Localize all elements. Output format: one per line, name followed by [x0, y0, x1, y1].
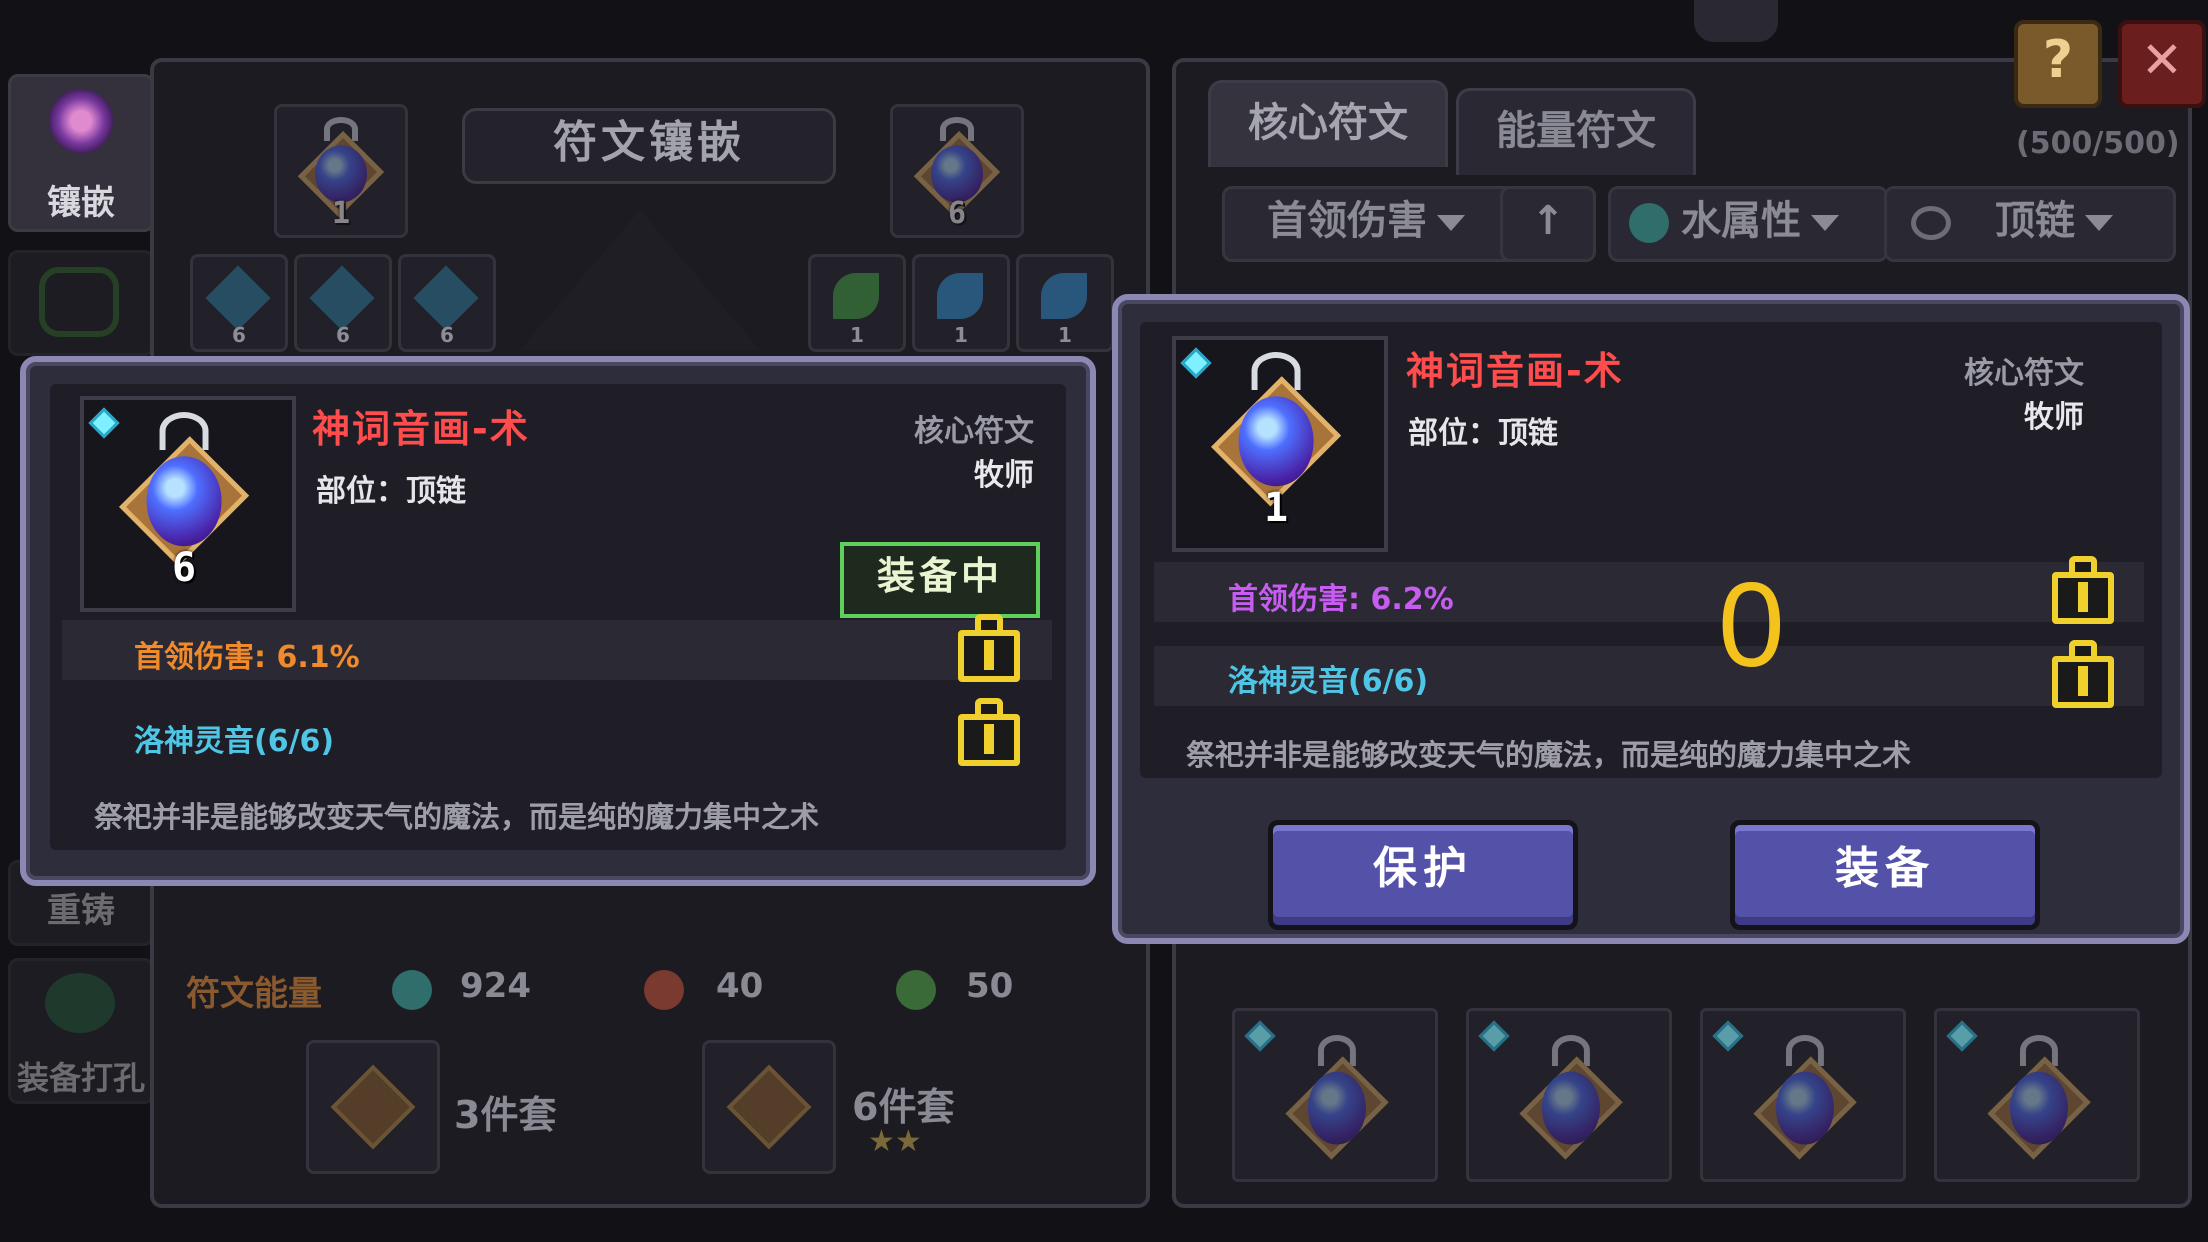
fire-energy-icon: [644, 970, 684, 1010]
rune-type: 核心符文: [1964, 356, 2084, 391]
set-gem-icon: [726, 1064, 812, 1150]
equip-button[interactable]: 装备: [1730, 820, 2040, 930]
rune-slot[interactable]: 6: [398, 254, 496, 352]
help-button[interactable]: ?: [2014, 20, 2102, 108]
set-6-slot[interactable]: [702, 1040, 836, 1174]
rune-slot-line: 部位：顶链: [1408, 416, 1558, 451]
necklace-rune-icon: 6: [907, 117, 1007, 231]
rune-slot[interactable]: 1: [912, 254, 1010, 352]
overlay-number: 0: [1718, 558, 1785, 692]
rune-slot[interactable]: 1: [808, 254, 906, 352]
stat-boss-damage: 首领伤害: 6.2%: [1228, 582, 1454, 617]
rune-name: 神词音画-术: [1406, 349, 1624, 393]
inventory-item[interactable]: [1700, 1008, 1906, 1182]
lock-icon[interactable]: [2052, 640, 2114, 708]
set-gem-icon: [330, 1064, 416, 1150]
nature-energy-icon: [896, 970, 936, 1010]
side-tab-inlay[interactable]: 镶嵌: [8, 74, 154, 232]
set-3-label: 3件套: [454, 1093, 557, 1137]
necklace-rune-icon: [1281, 1035, 1393, 1175]
tab-energy-runes[interactable]: 能量符文: [1456, 88, 1696, 175]
inventory-item[interactable]: [1466, 1008, 1672, 1182]
rune-slot-line: 部位：顶链: [316, 474, 466, 509]
inventory-count: (500/500): [2016, 126, 2180, 161]
triangle-decoration: [520, 210, 760, 350]
rarity-gem-icon: [1244, 1020, 1276, 1052]
tab-core-runes[interactable]: 核心符文: [1208, 80, 1448, 167]
chevron-down-icon: [1437, 215, 1465, 231]
side-tab-label: 镶嵌: [47, 183, 115, 223]
rarity-gem-icon: [1478, 1020, 1510, 1052]
inlay-title: 符文镶嵌: [462, 108, 836, 184]
rune-energy-label: 符文能量: [186, 974, 322, 1014]
inventory-item[interactable]: [1934, 1008, 2140, 1182]
lock-icon[interactable]: [958, 614, 1020, 682]
necklace-rune-icon: 1: [1204, 352, 1348, 531]
rune-class: 牧师: [974, 458, 1034, 493]
side-tab-socket[interactable]: 装备打孔: [8, 958, 154, 1104]
lock-icon[interactable]: [958, 698, 1020, 766]
slot-filter-dropdown[interactable]: 顶链: [1884, 186, 2176, 262]
necklace-rune-icon: [1515, 1035, 1627, 1175]
side-tab-label: 装备打孔: [16, 1059, 145, 1097]
fire-energy-value: 40: [716, 966, 764, 1006]
set-6-stars: ★★: [868, 1124, 922, 1159]
inlay-tab-icon: [49, 89, 113, 153]
wave-rune-icon: [937, 273, 983, 319]
wave-rune-icon: [1041, 273, 1087, 319]
rarity-gem-icon: [1946, 1020, 1978, 1052]
chevron-down-icon: [2085, 215, 2113, 231]
set-6-label: 6件套: [852, 1085, 955, 1129]
rune-description: 祭祀并非是能够改变天气的魔法，而是纯的魔力集中之术: [1186, 738, 1912, 772]
stat-filter-dropdown[interactable]: 首领伤害: [1222, 186, 1530, 262]
element-filter-dropdown[interactable]: 水属性: [1608, 186, 1888, 262]
core-slot-right[interactable]: 6: [890, 104, 1024, 238]
side-tab-2[interactable]: [8, 250, 154, 356]
stat-set-bonus: 洛神灵音(6/6): [1228, 664, 1429, 699]
necklace-rune-icon: [1983, 1035, 2095, 1175]
sort-order-button[interactable]: ↑: [1500, 186, 1596, 262]
close-button[interactable]: ✕: [2118, 20, 2206, 108]
necklace-rune-icon: 6: [112, 412, 256, 591]
rune-description: 祭祀并非是能够改变天气的魔法，而是纯的魔力集中之术: [94, 800, 820, 834]
rarity-gem-icon: [1712, 1020, 1744, 1052]
top-center-ornament: [1694, 0, 1778, 42]
rune-icon: [309, 265, 375, 331]
lock-icon[interactable]: [2052, 556, 2114, 624]
water-element-icon: [1629, 203, 1669, 243]
protect-button[interactable]: 保护: [1268, 820, 1578, 930]
socket-tab-icon: [45, 973, 115, 1033]
core-slot-left[interactable]: 1: [274, 104, 408, 238]
water-energy-value: 924: [460, 966, 531, 1006]
necklace-rune-icon: 1: [291, 117, 391, 231]
hex-icon: [39, 267, 119, 337]
leaf-rune-icon: [833, 273, 879, 319]
nature-energy-value: 50: [966, 966, 1014, 1006]
rune-type: 核心符文: [914, 414, 1034, 449]
inventory-item[interactable]: [1232, 1008, 1438, 1182]
rune-name: 神词音画-术: [312, 407, 530, 451]
necklace-icon: [1911, 206, 1951, 240]
rune-slot[interactable]: 6: [294, 254, 392, 352]
equipped-badge: 装备中: [840, 542, 1040, 618]
stat-boss-damage: 首领伤害: 6.1%: [134, 640, 360, 675]
necklace-rune-icon: [1749, 1035, 1861, 1175]
side-tab-label: 重铸: [47, 891, 115, 931]
water-energy-icon: [392, 970, 432, 1010]
chevron-down-icon: [1811, 215, 1839, 231]
stat-set-bonus: 洛神灵音(6/6): [134, 724, 335, 759]
rune-slot[interactable]: 1: [1016, 254, 1114, 352]
rune-icon: [205, 265, 271, 331]
rune-class: 牧师: [2024, 400, 2084, 435]
arrow-up-icon: ↑: [1531, 198, 1565, 244]
rune-slot[interactable]: 6: [190, 254, 288, 352]
rune-icon: [413, 265, 479, 331]
set-3-slot[interactable]: [306, 1040, 440, 1174]
